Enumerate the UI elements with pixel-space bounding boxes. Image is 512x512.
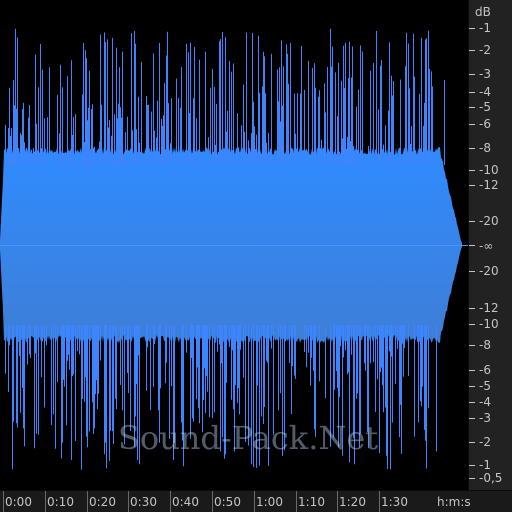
time-tick: 1:30 <box>379 491 408 512</box>
db-tick-label: -5 <box>479 379 491 393</box>
db-tick-label: -3 <box>479 67 491 81</box>
time-tick: 0:50 <box>212 491 241 512</box>
db-tick-label: -12 <box>479 301 499 315</box>
time-tick: 1:10 <box>296 491 325 512</box>
time-tick: 0:30 <box>128 491 157 512</box>
db-unit-label: dB <box>475 5 491 19</box>
watermark: Sound-Pack.Net <box>118 419 378 457</box>
db-tick-label: -4 <box>479 85 491 99</box>
time-tick-label: 1:30 <box>381 495 408 509</box>
time-tick-label: 0:20 <box>89 495 116 509</box>
time-tick-label: 0:50 <box>214 495 241 509</box>
db-tick-label: -2 <box>479 435 491 449</box>
db-tick-label: -20 <box>479 214 499 228</box>
db-tick-label: -6 <box>479 117 491 131</box>
time-tick: 0:10 <box>45 491 74 512</box>
time-tick: 0:20 <box>87 491 116 512</box>
db-tick-label: -8 <box>479 141 491 155</box>
db-tick-label: -10 <box>479 163 499 177</box>
db-tick-label: -3 <box>479 411 491 425</box>
db-center-label: -∞ <box>479 239 493 253</box>
time-tick-label: 0:30 <box>130 495 157 509</box>
time-tick-label: 0:10 <box>47 495 74 509</box>
time-tick-label: 1:10 <box>298 495 325 509</box>
time-tick: 1:20 <box>337 491 366 512</box>
time-format-label: h:m:s <box>437 495 471 509</box>
time-tick: 0:00 <box>3 491 32 512</box>
time-tick: 0:40 <box>170 491 199 512</box>
db-tick-label: -2 <box>479 43 491 57</box>
db-tick-label: -12 <box>479 178 499 192</box>
db-tick-label: -1 <box>479 458 491 472</box>
waveform-editor-view: dB -1-2-3-4-5-6-8-10-12-20 -∞ -20-12-10-… <box>0 0 512 512</box>
db-tick-label: -20 <box>479 264 499 278</box>
time-tick-label: 1:20 <box>339 495 366 509</box>
time-tick-label: 0:40 <box>172 495 199 509</box>
db-tick-label: -0,5 <box>479 471 502 485</box>
db-tick-label: -10 <box>479 317 499 331</box>
time-tick-label: 1:00 <box>256 495 283 509</box>
db-tick-label: -6 <box>479 363 491 377</box>
db-tick-label: -8 <box>479 338 491 352</box>
db-tick-label: -1 <box>479 21 491 35</box>
time-tick: 1:00 <box>254 491 283 512</box>
time-tick-label: 0:00 <box>5 495 32 509</box>
db-tick-label: -5 <box>479 100 491 114</box>
db-tick-label: -4 <box>479 395 491 409</box>
